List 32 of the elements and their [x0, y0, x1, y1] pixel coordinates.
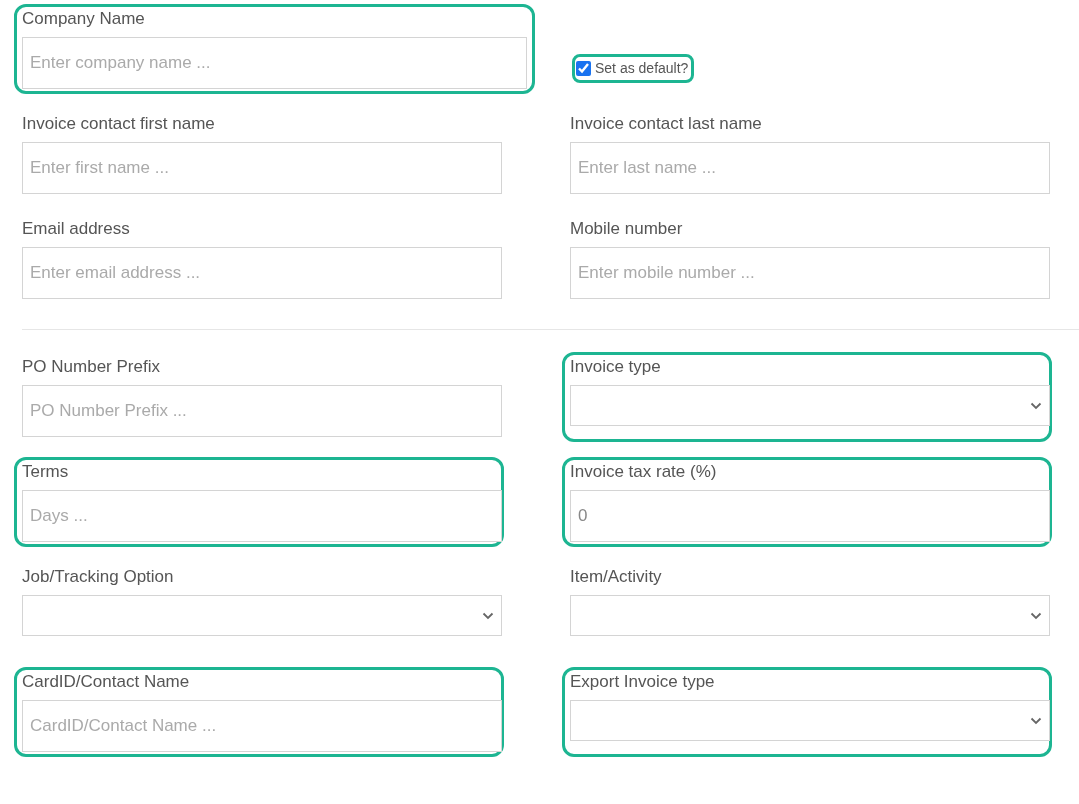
chevron-down-icon [1030, 611, 1042, 620]
field-label: Invoice type [570, 356, 661, 378]
input-field[interactable]: Enter mobile number ... [570, 247, 1050, 299]
field-label: CardID/Contact Name [22, 671, 190, 693]
dropdown-field[interactable] [570, 595, 1050, 636]
field-label: Invoice contact first name [22, 113, 215, 135]
field-label: Item/Activity [570, 566, 662, 588]
field-label: Mobile number [570, 218, 683, 240]
chevron-down-icon [1030, 401, 1042, 410]
input-field[interactable]: PO Number Prefix ... [22, 385, 502, 437]
field-label: Company Name [22, 8, 145, 30]
input-field[interactable]: CardID/Contact Name ... [22, 700, 502, 752]
input-field[interactable]: 0 [570, 490, 1050, 542]
input-field[interactable]: Enter last name ... [570, 142, 1050, 194]
input-field[interactable]: Enter email address ... [22, 247, 502, 299]
checkbox-label: Set as default? [595, 59, 689, 78]
field-label: Email address [22, 218, 130, 240]
dropdown-field[interactable] [22, 595, 502, 636]
input-field[interactable]: Enter company name ... [22, 37, 527, 89]
checkbox[interactable] [576, 61, 591, 76]
field-label: PO Number Prefix [22, 356, 160, 378]
chevron-down-icon [1030, 716, 1042, 725]
chevron-down-icon [482, 611, 494, 620]
field-label: Invoice tax rate (%) [570, 461, 717, 483]
dropdown-field[interactable] [570, 385, 1050, 426]
field-label: Export Invoice type [570, 671, 715, 693]
dropdown-field[interactable] [570, 700, 1050, 741]
field-label: Terms [22, 461, 69, 483]
field-label: Invoice contact last name [570, 113, 762, 135]
field-label: Job/Tracking Option [22, 566, 174, 588]
input-field[interactable]: Enter first name ... [22, 142, 502, 194]
input-field[interactable]: Days ... [22, 490, 502, 542]
